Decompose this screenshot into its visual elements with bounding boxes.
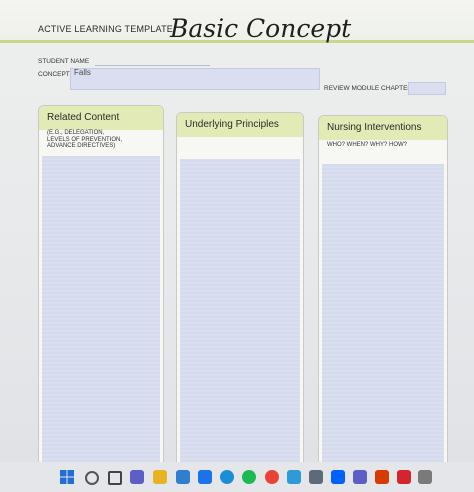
office-icon[interactable]	[375, 470, 389, 484]
spotify-icon[interactable]	[242, 470, 256, 484]
column-header: Underlying Principles	[177, 113, 303, 137]
mail-icon[interactable]	[198, 470, 212, 484]
windows-start-icon[interactable]	[60, 470, 74, 484]
column-title: Related Content	[47, 112, 120, 123]
column-header: Related Content	[39, 106, 163, 130]
column-subtitle: (E.G., DELEGATION, LEVELS OF PREVENTION,…	[47, 130, 122, 150]
app-icon[interactable]	[309, 470, 323, 484]
document-screen: ACTIVE LEARNING TEMPLATE: Basic Concept …	[0, 0, 474, 462]
column-nursing-interventions: Nursing Interventions WHO? WHEN? WHY? HO…	[318, 115, 448, 462]
review-module-label: REVIEW MODULE CHAPTER	[324, 85, 413, 92]
chrome-icon[interactable]	[265, 470, 279, 484]
column-title: Underlying Principles	[185, 119, 279, 130]
concept-label: CONCEPT	[38, 71, 70, 78]
acrobat-icon[interactable]	[397, 470, 411, 484]
column-header: Nursing Interventions	[319, 116, 447, 140]
chat-icon[interactable]	[130, 470, 144, 484]
column-title: Nursing Interventions	[327, 122, 422, 133]
template-label: ACTIVE LEARNING TEMPLATE:	[38, 24, 176, 34]
teams-icon[interactable]	[353, 470, 367, 484]
subtitle-line: ADVANCE DIRECTIVES)	[47, 143, 116, 149]
dropbox-icon[interactable]	[331, 470, 345, 484]
nursing-interventions-input[interactable]	[322, 164, 444, 462]
column-subtitle: WHO? WHEN? WHY? HOW?	[327, 142, 407, 149]
underlying-principles-input[interactable]	[180, 159, 300, 462]
review-module-field[interactable]	[408, 82, 446, 95]
concept-field[interactable]: Falls	[70, 68, 320, 90]
template-title: Basic Concept	[170, 14, 352, 43]
concept-value: Falls	[74, 68, 91, 77]
photos-icon[interactable]	[287, 470, 301, 484]
taskbar	[0, 462, 474, 492]
file-explorer-icon[interactable]	[153, 470, 167, 484]
search-icon[interactable]	[85, 471, 99, 485]
student-name-field[interactable]	[95, 58, 210, 66]
column-related-content: Related Content (E.G., DELEGATION, LEVEL…	[38, 105, 164, 462]
related-content-input[interactable]	[42, 156, 160, 462]
edge-icon[interactable]	[220, 470, 234, 484]
task-view-icon[interactable]	[108, 471, 122, 485]
subtitle-line: WHO? WHEN? WHY? HOW?	[327, 142, 408, 148]
student-name-label: STUDENT NAME	[38, 58, 90, 65]
store-icon[interactable]	[176, 470, 190, 484]
column-underlying-principles: Underlying Principles	[176, 112, 304, 462]
app-icon-2[interactable]	[418, 470, 432, 484]
